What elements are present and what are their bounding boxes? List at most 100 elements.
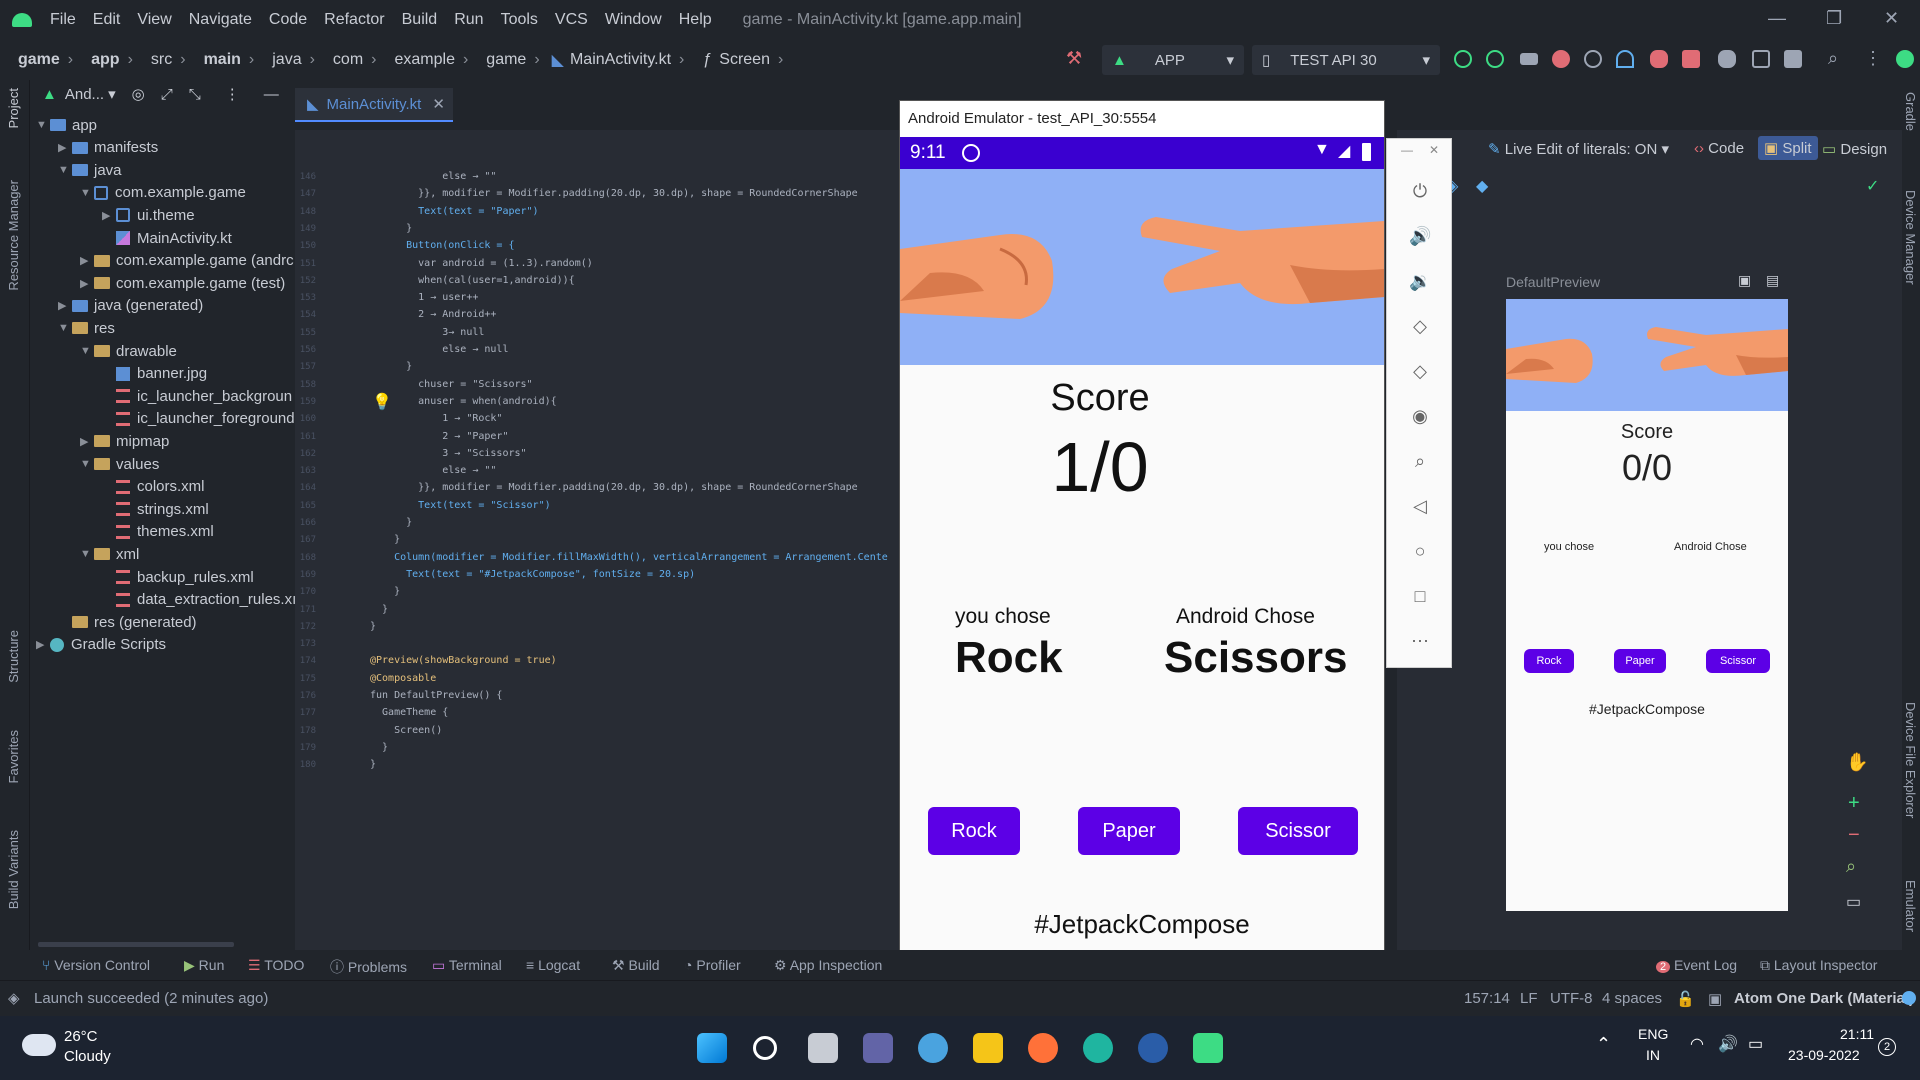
profile-icon[interactable] xyxy=(1584,50,1602,68)
code-line[interactable]: anuser = when(android){ xyxy=(370,396,556,407)
code-mode-button[interactable]: ‹› Code xyxy=(1694,140,1744,157)
code-line[interactable]: chuser = "Scissors" xyxy=(370,379,532,390)
project-view-selector[interactable]: And... xyxy=(65,86,104,103)
run-config-dropdown[interactable]: ▲ APP ▾ xyxy=(1102,45,1244,75)
weather-desc[interactable]: Cloudy xyxy=(64,1048,111,1065)
tree-item[interactable]: ▼ java xyxy=(58,159,122,181)
breadcrumb-mainactivity[interactable]: MainActivity.kt xyxy=(570,51,671,69)
tool-device-file-explorer[interactable]: Device File Explorer xyxy=(1903,702,1918,818)
interactive-mode-icon[interactable]: ▣ xyxy=(1738,272,1751,289)
phone-screen[interactable]: 9:11 ▼ ◢ Score 1/0 you chose Rock Androi… xyxy=(900,137,1384,999)
tree-item[interactable]: banner.jpg xyxy=(102,363,207,385)
zoom-out-icon[interactable]: − xyxy=(1848,824,1860,847)
code-line[interactable]: else → null xyxy=(370,344,508,355)
tree-item[interactable]: backup_rules.xml xyxy=(102,566,254,588)
code-line[interactable]: } xyxy=(370,604,388,615)
theme-name[interactable]: Atom One Dark (Material) xyxy=(1734,990,1914,1007)
wifi-icon[interactable]: ◠ xyxy=(1690,1034,1704,1054)
maximize-icon[interactable]: ❐ xyxy=(1826,8,1842,29)
app-icon[interactable] xyxy=(1138,1033,1168,1063)
tool-profiler[interactable]: ◔ Profiler xyxy=(684,957,741,973)
notification-badge[interactable]: 2 xyxy=(1878,1038,1896,1056)
tool-version-control[interactable]: ⑂ Version Control xyxy=(42,957,150,973)
tool-favorites[interactable]: Favorites xyxy=(6,730,21,783)
tree-item[interactable]: ▶ Gradle Scripts xyxy=(36,634,166,656)
file-explorer-icon[interactable] xyxy=(973,1033,1003,1063)
tool-layout-inspector[interactable]: ⧉ Layout Inspector xyxy=(1760,957,1877,974)
tree-item[interactable]: ▶ java (generated) xyxy=(58,295,203,317)
stop-icon[interactable] xyxy=(1682,50,1700,68)
preview-scissor-button[interactable]: Scissor xyxy=(1706,649,1770,673)
hide-panel-icon[interactable]: — xyxy=(264,86,279,103)
code-line[interactable]: when(cal(user=1,android)){ xyxy=(370,275,575,286)
chevron-down-icon[interactable]: ▼ xyxy=(58,164,72,176)
menu-window[interactable]: Window xyxy=(605,11,662,29)
minimize-icon[interactable]: — xyxy=(1768,8,1786,29)
code-line[interactable]: Column(modifier = Modifier.fillMaxWidth(… xyxy=(370,552,888,563)
code-line[interactable]: 1 → user++ xyxy=(370,292,478,303)
language-primary[interactable]: ENG xyxy=(1638,1026,1668,1042)
debug-icon[interactable] xyxy=(1552,50,1570,68)
tree-item[interactable]: ic_launcher_backgroun xyxy=(102,385,292,407)
menu-build[interactable]: Build xyxy=(402,11,438,29)
paper-button[interactable]: Paper xyxy=(1078,807,1180,855)
live-edit-toggle[interactable]: ✎ Live Edit of literals: ON ▾ xyxy=(1488,140,1669,158)
code-line[interactable]: Screen() xyxy=(370,725,442,736)
code-line[interactable]: } xyxy=(370,586,400,597)
code-line[interactable]: Text(text = "#JetpackCompose", fontSize … xyxy=(370,569,695,580)
tool-emulator[interactable]: Emulator xyxy=(1903,880,1918,932)
breadcrumb-example[interactable]: example xyxy=(394,51,454,69)
breadcrumb-java[interactable]: java xyxy=(272,51,301,69)
tool-build-variants[interactable]: Build Variants xyxy=(6,830,21,909)
tree-item[interactable]: ▶ manifests xyxy=(58,137,158,159)
options-icon[interactable]: ⋮ xyxy=(225,85,240,103)
tool-resource-manager[interactable]: Resource Manager xyxy=(6,180,21,291)
zoom-icon[interactable]: ⌕ xyxy=(1409,451,1431,473)
windows-start-icon[interactable] xyxy=(697,1033,727,1063)
code-line[interactable]: } xyxy=(370,534,400,545)
pan-hand-icon[interactable]: ✋ xyxy=(1846,752,1868,773)
minimize-icon[interactable]: — xyxy=(1401,143,1413,157)
editor-horizontal-scrollbar[interactable] xyxy=(38,942,234,947)
menu-navigate[interactable]: Navigate xyxy=(189,11,252,29)
firefox-icon[interactable] xyxy=(1028,1033,1058,1063)
tree-item[interactable]: ▼ res xyxy=(58,317,115,339)
tree-item[interactable]: ▼ drawable xyxy=(80,340,177,362)
volume-up-icon[interactable]: 🔊 xyxy=(1409,226,1431,248)
breadcrumb-screen[interactable]: Screen xyxy=(719,51,770,69)
tool-todo[interactable]: ☰ TODO xyxy=(248,957,304,974)
chevron-down-icon[interactable]: ▼ xyxy=(80,458,94,470)
split-mode-button[interactable]: ▣ Split xyxy=(1758,136,1818,160)
more-icon[interactable]: ⋮ xyxy=(1864,48,1882,69)
code-line[interactable]: 1 → "Rock" xyxy=(370,413,502,424)
tool-gradle[interactable]: Gradle xyxy=(1903,92,1918,131)
tool-device-manager[interactable]: Device Manager xyxy=(1903,190,1918,285)
chevron-down-icon[interactable]: ▼ xyxy=(80,187,94,199)
code-line[interactable]: } xyxy=(370,361,412,372)
code-line[interactable]: 2 → "Paper" xyxy=(370,431,508,442)
tree-item[interactable]: ▶ com.example.game (test) xyxy=(80,272,285,294)
code-line[interactable]: Text(text = "Scissor") xyxy=(370,500,550,511)
breadcrumb-game[interactable]: game xyxy=(18,51,60,69)
breadcrumb-main[interactable]: main xyxy=(204,51,241,69)
breadcrumb-app[interactable]: app xyxy=(91,51,119,69)
menu-refactor[interactable]: Refactor xyxy=(324,11,384,29)
chevron-down-icon[interactable]: ▼ xyxy=(80,345,94,357)
chevron-down-icon[interactable]: ▼ xyxy=(58,322,72,334)
chevron-down-icon[interactable]: ▾ xyxy=(108,85,116,103)
code-line[interactable]: } xyxy=(370,223,412,234)
menu-run[interactable]: Run xyxy=(454,11,483,29)
tool-logcat[interactable]: ≡ Logcat xyxy=(526,957,580,973)
preview-paper-button[interactable]: Paper xyxy=(1614,649,1666,673)
code-line[interactable]: @Preview(showBackground = true) xyxy=(370,655,557,666)
code-line[interactable]: Button(onClick = { xyxy=(370,240,514,251)
tool-build[interactable]: ⚒ Build xyxy=(612,957,660,974)
volume-icon[interactable]: 🔊 xyxy=(1718,1034,1738,1054)
close-tab-icon[interactable]: ✕ xyxy=(432,95,445,113)
apply-changes-icon[interactable] xyxy=(1454,50,1472,68)
code-line[interactable]: else → "" xyxy=(370,171,496,182)
chevron-down-icon[interactable]: ▼ xyxy=(80,548,94,560)
line-ending[interactable]: LF xyxy=(1520,990,1538,1007)
code-line[interactable]: } xyxy=(370,742,388,753)
tree-item[interactable]: ▼ app xyxy=(36,114,97,136)
